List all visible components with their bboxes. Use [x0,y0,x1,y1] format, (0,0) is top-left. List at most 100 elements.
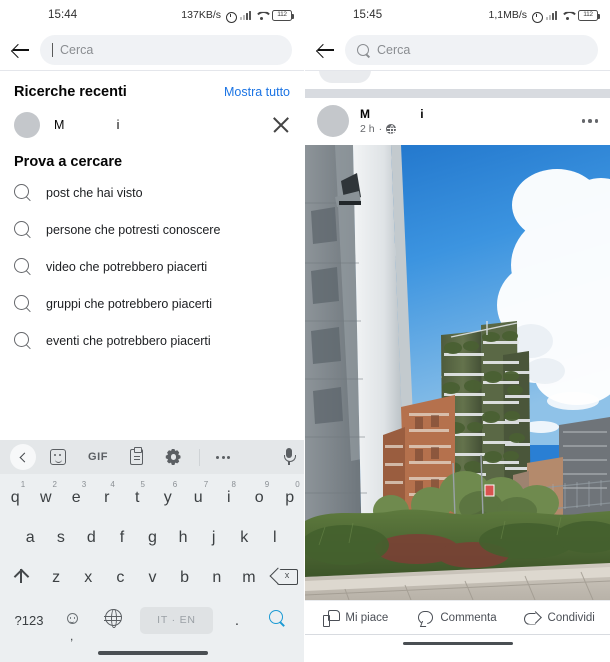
clipboard-icon[interactable] [130,447,144,465]
key-label: r [104,489,110,506]
filter-chip[interactable] [319,71,371,83]
gif-icon[interactable]: GIF [88,451,108,463]
suggestion-row-4[interactable]: eventi che potrebbero piacerti [0,322,304,359]
key-z[interactable]: z [40,569,72,587]
key-s[interactable]: s [46,529,77,547]
key-n[interactable]: n [201,569,233,587]
backspace-key[interactable]: x [265,568,303,589]
post-author-name[interactable]: Mi [360,107,424,121]
left-status-time: 15:44 [48,9,78,21]
search-input[interactable]: Cerca [40,35,292,65]
search-icon [14,184,31,201]
key-c[interactable]: c [104,569,136,587]
key-g[interactable]: g [137,529,168,547]
like-label: Mi piace [345,611,389,624]
home-indicator[interactable] [402,641,513,646]
key-b[interactable]: b [169,569,201,587]
remove-recent-icon[interactable] [272,116,290,134]
key-p[interactable]: p0 [275,480,305,507]
recent-search-name: Mi [54,118,120,132]
shift-key[interactable] [2,568,40,589]
suggestion-row-3[interactable]: gruppi che potrebbero piacerti [0,285,304,322]
key-e[interactable]: e3 [61,480,92,507]
more-options-icon[interactable] [581,119,598,123]
backspace-x: x [284,570,290,580]
keyboard-toolbar: GIF [0,440,304,474]
key-x[interactable]: x [72,569,104,587]
more-icon[interactable] [216,455,231,459]
smiley-icon [66,613,78,624]
left-search-header: Cerca [0,30,304,70]
right-search-header: Cerca [305,30,610,70]
dual-screenshot-container: 15:44 137KB/s 112 Cerca Ricerche recenti… [0,0,610,662]
signal-icon [546,10,557,20]
back-arrow-icon[interactable] [315,39,337,61]
show-all-link[interactable]: Mostra tutto [224,85,290,99]
recent-search-item[interactable]: Mi [0,108,304,148]
gear-icon[interactable] [165,449,181,465]
key-h[interactable]: h [168,529,199,547]
key-v[interactable]: v [136,569,168,587]
chevron-left-icon[interactable] [10,444,36,470]
photo-artwork [305,145,610,600]
period-key[interactable]: . [219,612,255,629]
key-w[interactable]: w2 [31,480,62,507]
numeric-key[interactable]: ?123 [6,613,52,628]
recent-searches-header: Ricerche recenti Mostra tutto [0,71,304,108]
shift-arrow-icon [13,568,29,584]
right-status-icons: 1,1MB/s 112 [488,9,600,23]
key-label: o [254,489,264,506]
avatar[interactable] [317,105,349,137]
language-key[interactable] [92,608,134,631]
key-j[interactable]: j [198,529,229,547]
suggestion-row-2[interactable]: video che potrebbero piacerti [0,248,304,285]
post-photo[interactable] [305,145,610,600]
key-f[interactable]: f [107,529,138,547]
recent-searches-title: Ricerche recenti [14,84,127,100]
key-label: q [10,489,20,506]
right-status-time: 15:45 [353,9,383,21]
globe-icon [386,124,397,136]
suggestion-label: video che potrebbero piacerti [46,259,208,274]
signal-icon [240,10,251,20]
back-arrow-icon[interactable] [10,39,32,61]
battery-level: 112 [583,10,593,18]
key-number: 4 [110,480,115,489]
key-r[interactable]: r4 [92,480,123,507]
sticker-icon[interactable] [50,449,66,465]
suggestion-row-1[interactable]: persone che potresti conoscere [0,211,304,248]
mic-icon[interactable] [283,448,296,466]
key-a[interactable]: a [15,529,46,547]
space-key[interactable]: IT · EN [140,606,213,634]
search-icon [357,43,370,57]
search-icon [14,221,31,238]
emoji-key[interactable]: , [52,611,92,643]
key-d[interactable]: d [76,529,107,547]
keyboard-row-4: ?123 , IT · EN . [0,598,304,643]
keyboard-search-key[interactable] [255,609,299,631]
post-subline: 2 h · [360,123,424,136]
home-indicator[interactable] [97,651,208,655]
search-input[interactable]: Cerca [345,35,598,65]
key-number: 8 [231,480,236,489]
key-k[interactable]: k [229,529,260,547]
key-u[interactable]: u7 [183,480,214,507]
suggestion-label: post che hai visto [46,185,143,200]
key-y[interactable]: y6 [153,480,184,507]
comment-button[interactable]: Commenta [407,611,509,624]
feed-section-divider [305,89,610,98]
key-t[interactable]: t5 [122,480,153,507]
suggestion-row-0[interactable]: post che hai visto [0,174,304,211]
key-o[interactable]: o9 [244,480,275,507]
post-action-bar: Mi piace Commenta Condividi [305,600,610,634]
key-q[interactable]: q1 [0,480,31,507]
key-l[interactable]: l [259,529,290,547]
key-m[interactable]: m [233,569,265,587]
search-icon [269,609,285,626]
share-arrow-icon [524,611,541,625]
keyboard-row-3: z x c v b n m x [0,558,304,598]
share-button[interactable]: Condividi [508,611,610,625]
right-nav-bar [305,634,610,652]
like-button[interactable]: Mi piace [305,610,407,627]
key-i[interactable]: i8 [214,480,245,507]
